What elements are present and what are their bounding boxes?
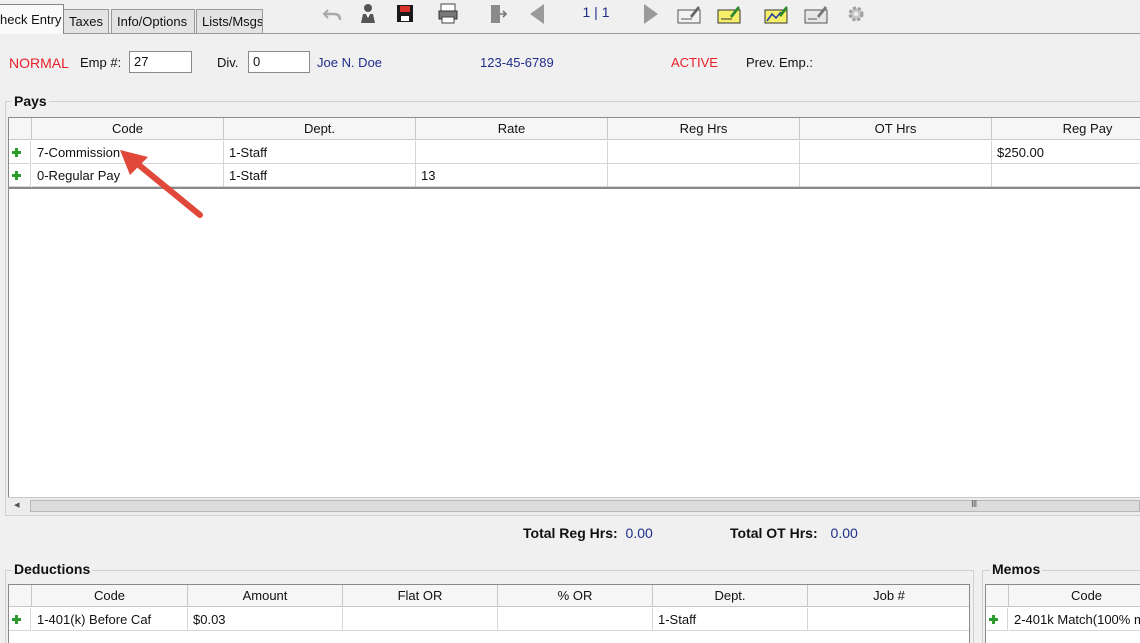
check-chart-icon[interactable] [763,2,789,26]
table-cell[interactable] [343,608,498,631]
tab-divider [0,33,1140,34]
pays-title: Pays [12,93,49,109]
deductions-col-amount[interactable]: Amount [188,585,343,607]
employee-name: Joe N. Doe [317,55,383,70]
gear-icon[interactable] [843,2,869,26]
deductions-col-dept[interactable]: Dept. [653,585,808,607]
employee-ssn: 123-45-6789 [480,55,554,70]
memos-col-code[interactable]: Code [1009,585,1140,607]
table-cell[interactable] [498,608,653,631]
undo-icon[interactable] [320,2,346,26]
annotation-arrow-icon [120,150,203,218]
table-cell[interactable]: 2-401k Match(100% m [1009,608,1140,631]
pays-col-ot-hrs[interactable]: OT Hrs [800,118,992,140]
deductions-col-job[interactable]: Job # [808,585,969,607]
memos-header-corner [986,585,1009,607]
deductions-col-code[interactable]: Code [32,585,188,607]
user-icon[interactable] [355,2,381,26]
prev-emp-label: Prev. Emp.: [746,55,813,70]
table-cell[interactable] [608,164,800,187]
total-reg-value: 0.00 [625,525,653,541]
prev-icon[interactable] [524,2,550,26]
save-icon[interactable] [392,2,418,26]
check-edit-icon[interactable] [803,2,829,26]
pays-col-dept[interactable]: Dept. [224,118,416,140]
total-ot-value: 0.00 [830,525,858,541]
table-row-marker[interactable] [9,164,31,187]
page-indicator: 1 | 1 [582,4,610,20]
table-cell[interactable] [808,608,969,631]
deductions-col-pct-or[interactable]: % OR [498,585,653,607]
pays-col-reg-hrs[interactable]: Reg Hrs [608,118,800,140]
memos-grid: Code 2-401k Match(100% m [985,584,1140,643]
div-label: Div. [217,55,239,70]
add-row-icon[interactable] [12,148,21,157]
table-row-marker[interactable] [9,608,31,631]
table-row-marker[interactable] [9,141,31,164]
total-reg-hrs: Total Reg Hrs: 0.00 [523,525,653,541]
deductions-title: Deductions [12,561,93,577]
add-row-icon[interactable] [989,615,998,624]
deductions-grid: Code Amount Flat OR % OR Dept. Job # 1-4… [8,584,970,643]
scroll-thumb[interactable]: III [30,499,1140,512]
scroll-grip-icon: III [971,499,977,510]
emp-number-field[interactable]: 27 [129,51,192,73]
table-cell[interactable]: 1-Staff [653,608,808,631]
table-cell[interactable]: 1-401(k) Before Caf [32,608,188,631]
scroll-left-icon[interactable]: ◂ [14,498,20,511]
total-ot-label: Total OT Hrs: [730,525,818,541]
next-icon[interactable] [638,2,664,26]
table-cell[interactable] [992,164,1140,187]
total-reg-label: Total Reg Hrs: [523,525,618,541]
table-cell[interactable] [800,141,992,164]
toolbar: 1 | 1 [0,0,1140,32]
table-cell[interactable] [416,141,608,164]
pays-hscrollbar[interactable]: ◂ III [8,497,1140,515]
check-highlight-icon[interactable] [716,2,742,26]
div-field[interactable]: 0 [248,51,310,73]
table-cell[interactable] [800,164,992,187]
table-cell[interactable] [608,141,800,164]
table-cell[interactable]: $250.00 [992,141,1140,164]
exit-icon[interactable] [483,2,509,26]
total-ot-hrs: Total OT Hrs: 0.00 [730,525,858,541]
print-icon[interactable] [435,2,461,26]
memos-title: Memos [990,561,1043,577]
deductions-col-flat-or[interactable]: Flat OR [343,585,498,607]
tab-check-entry[interactable]: heck Entry [0,4,64,34]
pays-col-rate[interactable]: Rate [416,118,608,140]
table-cell[interactable]: 13 [416,164,608,187]
table-cell[interactable]: 1-Staff [224,141,416,164]
employee-bar: NORMAL Emp #: 27 Div. 0 Joe N. Doe 123-4… [0,46,1140,80]
emp-number-label: Emp #: [80,55,122,70]
check-pen-icon[interactable] [676,2,702,26]
pays-col-code[interactable]: Code [32,118,224,140]
table-cell[interactable]: $0.03 [188,608,343,631]
deductions-header-corner [9,585,32,607]
status-label: NORMAL [9,55,69,71]
add-row-icon[interactable] [12,171,21,180]
table-row-marker[interactable] [986,608,1008,631]
active-status: ACTIVE [671,55,718,70]
pays-header-corner [9,118,32,140]
pays-col-reg-pay[interactable]: Reg Pay [992,118,1140,140]
table-cell[interactable]: 1-Staff [224,164,416,187]
add-row-icon[interactable] [12,615,21,624]
